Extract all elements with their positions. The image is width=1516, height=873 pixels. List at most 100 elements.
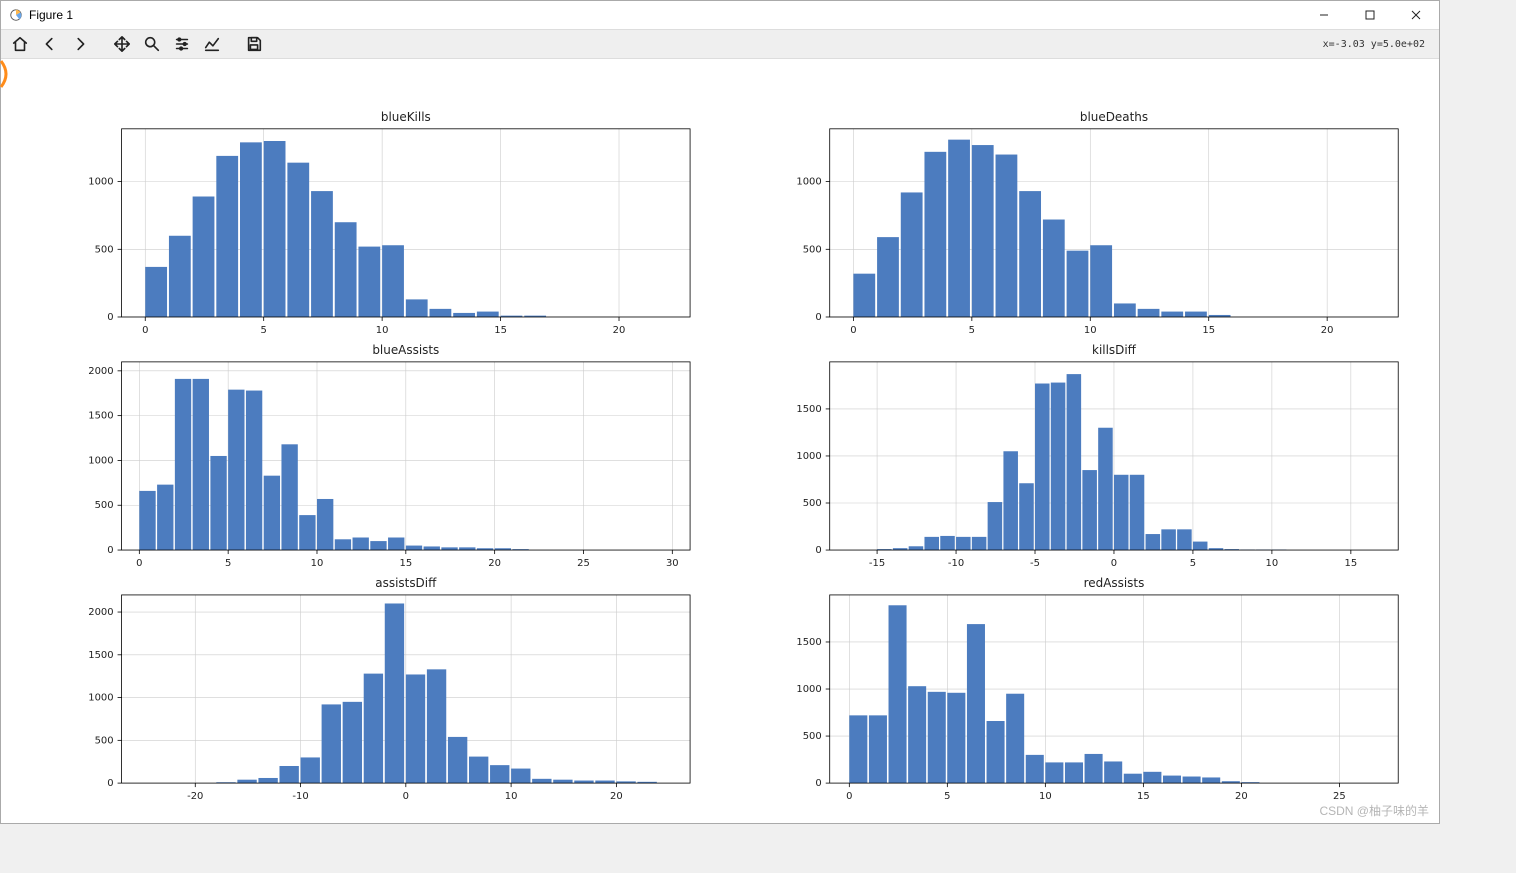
bar — [157, 485, 173, 550]
bar — [490, 765, 509, 783]
bar — [988, 502, 1003, 550]
bar — [469, 757, 488, 784]
x-tick-label: -15 — [869, 558, 885, 569]
bar — [948, 140, 970, 317]
window-title: Figure 1 — [29, 8, 73, 22]
bar — [869, 715, 887, 783]
close-button[interactable] — [1393, 1, 1439, 29]
y-tick-label: 500 — [803, 244, 822, 255]
x-tick-label: 20 — [613, 325, 626, 336]
bar — [353, 538, 369, 551]
bar — [279, 766, 298, 783]
bar — [553, 780, 572, 783]
subplot-3: -15-10-5051015050010001500killsDiff — [796, 343, 1398, 569]
bar — [1146, 534, 1161, 550]
y-tick-label: 0 — [107, 312, 113, 323]
bar — [358, 247, 380, 317]
y-tick-label: 1000 — [88, 455, 113, 466]
x-tick-label: 10 — [505, 791, 518, 802]
bar — [1104, 761, 1122, 783]
forward-button[interactable] — [67, 31, 93, 57]
x-tick-label: -10 — [948, 558, 964, 569]
bar — [406, 674, 425, 783]
x-tick-label: 0 — [136, 558, 142, 569]
x-tick-label: 20 — [610, 791, 623, 802]
bar — [1114, 475, 1129, 550]
bar — [1098, 428, 1113, 550]
bar — [287, 163, 309, 317]
bar — [1143, 772, 1161, 783]
bar — [901, 192, 923, 317]
bar — [1177, 529, 1192, 550]
home-button[interactable] — [7, 31, 33, 57]
subplot-title: blueAssists — [372, 343, 439, 357]
minimize-button[interactable] — [1301, 1, 1347, 29]
bar — [343, 702, 362, 783]
bar — [169, 236, 191, 317]
y-tick-label: 0 — [815, 312, 821, 323]
bar — [1202, 777, 1220, 783]
zoom-button[interactable] — [139, 31, 165, 57]
bar — [1161, 529, 1176, 550]
bar — [532, 779, 551, 783]
bar — [299, 515, 315, 550]
y-tick-label: 2000 — [88, 607, 113, 618]
figure-canvas[interactable]: 0510152005001000blueKills051015200500100… — [1, 59, 1439, 823]
subplot-title: killsDiff — [1092, 343, 1137, 357]
subplot-title: blueKills — [381, 110, 431, 124]
back-button[interactable] — [37, 31, 63, 57]
bar — [1161, 312, 1183, 317]
bar — [1085, 754, 1103, 783]
bar — [264, 476, 280, 550]
bar — [453, 313, 475, 317]
y-tick-label: 2000 — [88, 366, 113, 377]
bar — [924, 152, 946, 317]
edit-axis-button[interactable] — [199, 31, 225, 57]
bar — [301, 757, 320, 783]
bar — [459, 547, 475, 550]
x-tick-label: -20 — [187, 791, 203, 802]
figure-window: Figure 1 x=-3.03 y=5.0e+02 0510152005001… — [0, 0, 1440, 824]
x-tick-label: 15 — [1202, 325, 1215, 336]
bar — [853, 274, 875, 317]
y-tick-label: 0 — [815, 778, 821, 789]
bar — [1138, 309, 1160, 317]
bar — [1185, 312, 1207, 317]
bar — [335, 539, 351, 550]
bar — [1124, 774, 1142, 783]
x-tick-label: 25 — [577, 558, 590, 569]
subplot-title: redAssists — [1084, 576, 1145, 590]
bar — [1193, 542, 1208, 550]
x-tick-label: 20 — [488, 558, 501, 569]
bar — [430, 309, 452, 317]
bar — [909, 546, 924, 550]
bar — [1043, 220, 1065, 317]
y-tick-label: 1500 — [88, 650, 113, 661]
pan-button[interactable] — [109, 31, 135, 57]
configure-subplots-button[interactable] — [169, 31, 195, 57]
bar — [1067, 374, 1082, 550]
y-tick-label: 1000 — [88, 693, 113, 704]
y-tick-label: 1000 — [796, 684, 821, 695]
bar — [1019, 483, 1034, 550]
subplot-1: 0510152005001000blueDeaths — [796, 110, 1398, 336]
bar — [210, 456, 226, 550]
maximize-button[interactable] — [1347, 1, 1393, 29]
save-button[interactable] — [241, 31, 267, 57]
bar — [427, 669, 446, 783]
y-tick-label: 1500 — [796, 404, 821, 415]
y-tick-label: 500 — [95, 500, 114, 511]
bar — [448, 737, 467, 783]
bar — [216, 156, 238, 317]
bar — [335, 222, 357, 317]
bar — [228, 390, 244, 550]
subplot-title: assistsDiff — [375, 576, 437, 590]
bar — [193, 197, 215, 317]
bar — [1183, 777, 1201, 784]
y-tick-label: 1000 — [88, 177, 113, 188]
x-tick-label: 0 — [846, 791, 852, 802]
bar — [193, 379, 209, 550]
bar — [1035, 384, 1050, 551]
x-tick-label: 5 — [261, 325, 267, 336]
x-tick-label: 0 — [142, 325, 148, 336]
